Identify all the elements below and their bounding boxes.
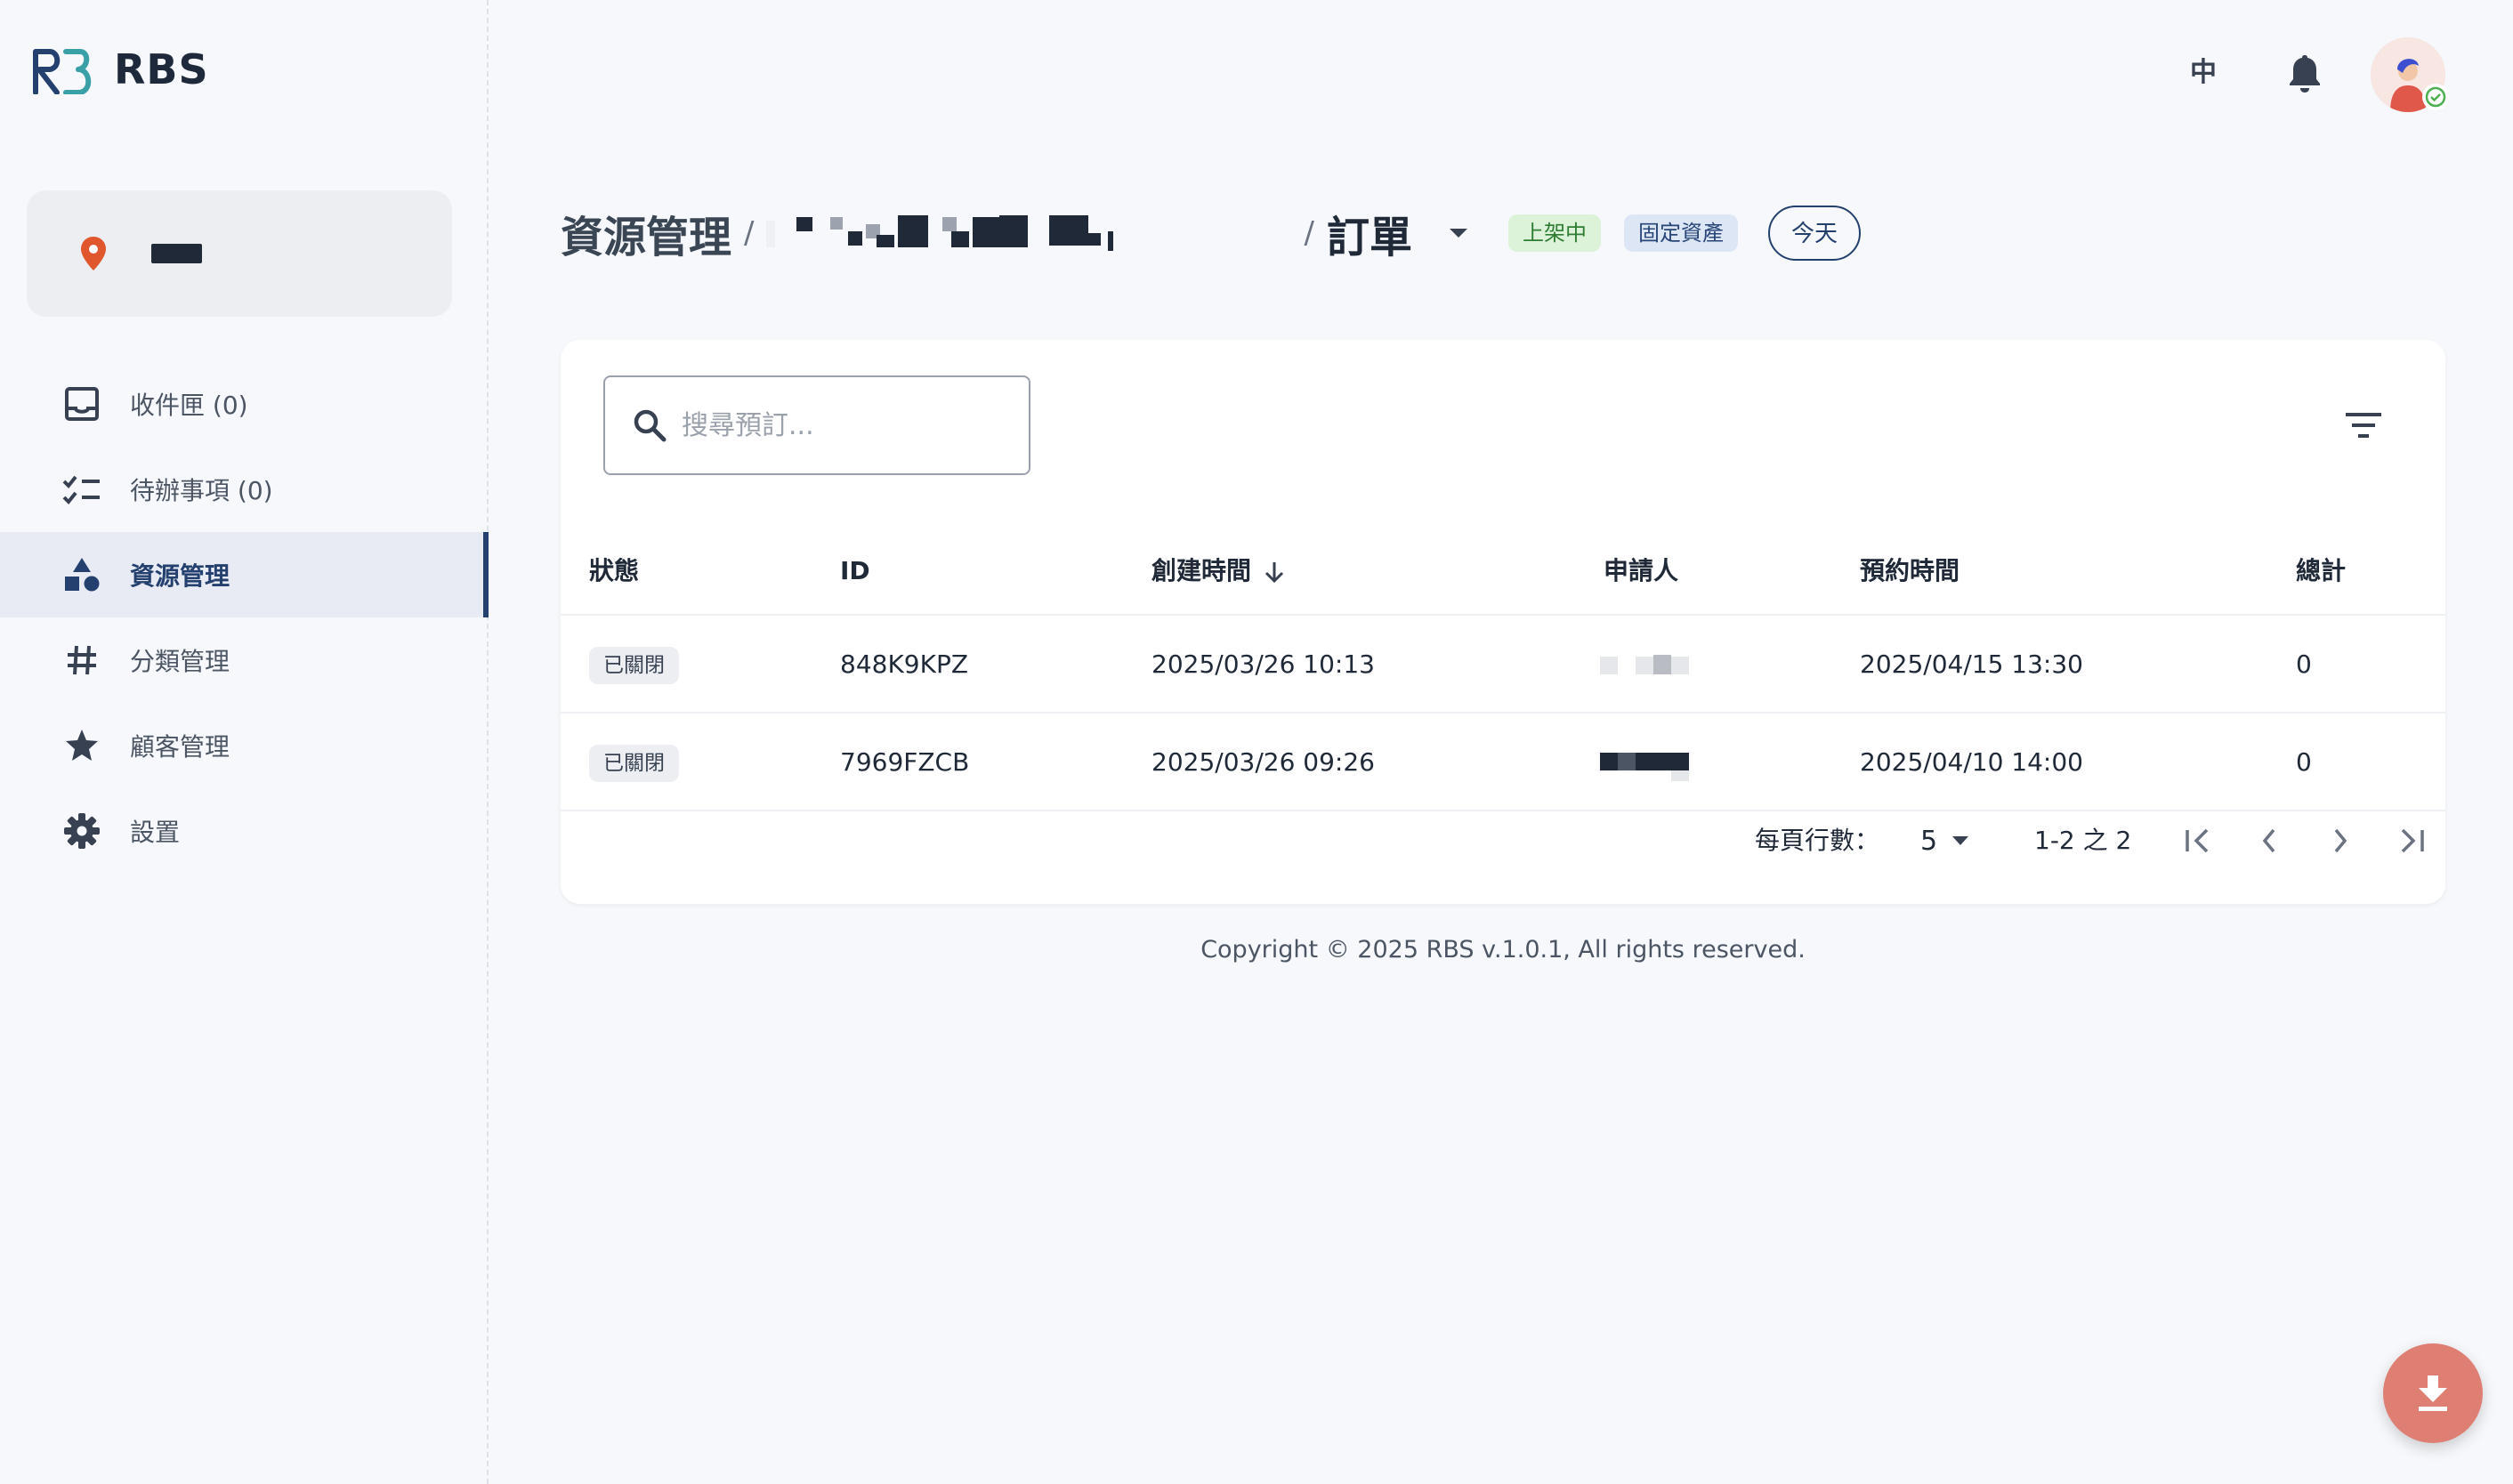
column-header-status[interactable]: 狀態 <box>589 527 639 616</box>
location-pin-icon <box>81 237 106 270</box>
column-header-created-label: 創建時間 <box>1151 556 1252 585</box>
rows-per-page-label: 每頁行數： <box>1755 826 1880 855</box>
order-id: 848K9KPZ <box>840 649 969 679</box>
rbs-logo-icon <box>33 49 92 94</box>
bell-icon <box>2290 55 2320 93</box>
applicant-redacted <box>1600 714 1698 811</box>
chevron-right-icon <box>2334 828 2347 853</box>
language-toggle[interactable]: 中 <box>2184 53 2223 93</box>
reserved-time: 2025/04/10 14:00 <box>1860 747 2083 777</box>
sidebar-item-todo[interactable]: 待辦事項 (0) <box>0 447 489 532</box>
created-time: 2025/03/26 10:13 <box>1151 649 1375 679</box>
breadcrumb-separator: / <box>1304 215 1314 251</box>
sidebar-item-label: 設置 <box>130 818 181 847</box>
table-row[interactable]: 已關閉 7969FZCB 2025/03/26 09:26 2025/04/10… <box>561 714 2445 811</box>
sidebar-item-label: 資源管理 <box>130 561 230 591</box>
caret-down-icon[interactable] <box>1448 227 1469 239</box>
sidebar-item-inbox[interactable]: 收件匣 (0) <box>0 361 489 447</box>
sidebar-item-resources[interactable]: 資源管理 <box>0 532 489 617</box>
table-row[interactable]: 已關閉 848K9KPZ 2025/03/26 10:13 2025/04/15… <box>561 616 2445 714</box>
online-status-badge <box>2422 84 2449 110</box>
previous-page-button[interactable] <box>2248 819 2291 862</box>
brand-logo[interactable]: RBS <box>30 44 209 94</box>
status-tag-listed: 上架中 <box>1507 214 1601 252</box>
column-header-reserved[interactable]: 預約時間 <box>1860 527 1959 616</box>
inbox-icon <box>62 384 101 423</box>
page-header: 資源管理 / / 訂單 上架中 固定資產 今天 <box>561 201 1861 265</box>
notifications-button[interactable] <box>2283 52 2326 94</box>
app-root: RBS ■■ 收件匣 (0) 待辦事項 (0) <box>0 0 2513 1484</box>
brand-name: RBS <box>114 45 209 93</box>
column-header-total[interactable]: 總計 <box>2296 527 2346 616</box>
next-page-button[interactable] <box>2319 819 2362 862</box>
download-icon <box>2419 1375 2447 1411</box>
first-page-button[interactable] <box>2177 819 2219 862</box>
sidebar-item-label: 收件匣 (0) <box>130 391 248 420</box>
column-header-applicant[interactable]: 申請人 <box>1604 527 1678 616</box>
type-tag-fixed-asset: 固定資產 <box>1623 214 1738 252</box>
applicant-redacted <box>1600 616 1698 714</box>
gear-icon <box>62 811 101 851</box>
column-header-id[interactable]: ID <box>840 527 870 616</box>
arrow-down-icon[interactable] <box>1264 561 1285 584</box>
last-page-button[interactable] <box>2390 819 2433 862</box>
shapes-icon <box>62 555 101 594</box>
rows-per-page-value: 5 <box>1920 825 1938 857</box>
first-page-icon <box>2186 828 2209 853</box>
sidebar-item-label: 分類管理 <box>130 647 230 676</box>
column-header-created[interactable]: 創建時間 <box>1151 527 1285 616</box>
sidebar-nav: 收件匣 (0) 待辦事項 (0) 資源管理 分類管理 顧客管理 設置 <box>0 361 489 874</box>
sidebar: RBS ■■ 收件匣 (0) 待辦事項 (0) <box>0 0 489 1484</box>
location-selector[interactable]: ■■ <box>27 190 452 317</box>
breadcrumb-resource-name-redacted[interactable] <box>766 215 1291 251</box>
breadcrumb-resources[interactable]: 資源管理 <box>561 202 731 264</box>
sidebar-item-settings[interactable]: 設置 <box>0 788 489 874</box>
breadcrumb-separator: / <box>744 215 755 251</box>
check-circle-icon <box>2425 86 2446 108</box>
created-time: 2025/03/26 09:26 <box>1151 747 1375 777</box>
filter-icon[interactable] <box>2344 409 2383 441</box>
hashtag-icon <box>62 641 101 680</box>
rows-per-page-select[interactable]: 5 <box>1920 811 1969 870</box>
search-icon <box>634 409 667 442</box>
search-box[interactable] <box>603 375 1030 475</box>
star-icon <box>62 726 101 765</box>
chevron-left-icon <box>2262 828 2275 853</box>
search-input[interactable] <box>682 409 1002 441</box>
location-name: ■■ <box>151 244 202 263</box>
footer-copyright: Copyright © 2025 RBS v.1.0.1, All rights… <box>1200 936 1806 964</box>
table-header: 狀態 ID 創建時間 申請人 預約時間 總計 <box>561 527 2445 616</box>
sidebar-item-customers[interactable]: 顧客管理 <box>0 703 489 788</box>
reserved-time: 2025/04/15 13:30 <box>1860 649 2083 679</box>
caret-down-icon <box>1952 836 1969 845</box>
download-button[interactable] <box>2383 1343 2483 1443</box>
page-title: 訂單 <box>1326 213 1412 262</box>
checklist-icon <box>62 470 101 509</box>
pagination: 每頁行數： 5 1-2 之 2 <box>561 811 2445 870</box>
order-total: 0 <box>2296 747 2312 777</box>
today-button[interactable]: 今天 <box>1767 206 1861 261</box>
orders-card: 狀態 ID 創建時間 申請人 預約時間 總計 已關閉 848K9KPZ 2025… <box>561 340 2445 904</box>
pagination-range: 1-2 之 2 <box>2034 826 2132 855</box>
sidebar-item-label: 顧客管理 <box>130 732 230 762</box>
order-id: 7969FZCB <box>840 747 970 777</box>
last-page-icon <box>2401 828 2424 853</box>
sidebar-item-label: 待辦事項 (0) <box>130 476 273 505</box>
status-chip: 已關閉 <box>589 745 679 782</box>
order-total: 0 <box>2296 649 2312 679</box>
status-chip: 已關閉 <box>589 647 679 684</box>
sidebar-item-categories[interactable]: 分類管理 <box>0 617 489 703</box>
